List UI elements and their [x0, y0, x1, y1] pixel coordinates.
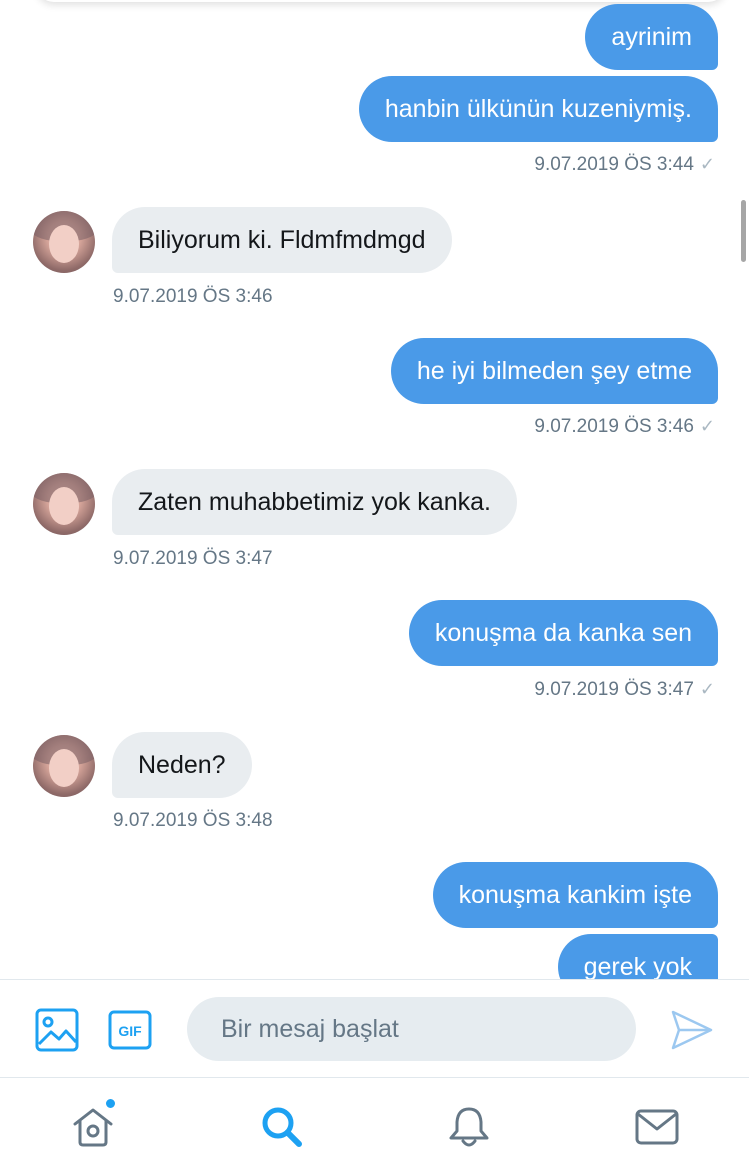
message-timestamp: 9.07.2019 ÖS 3:44 ✓	[534, 154, 715, 175]
message-timestamp: 9.07.2019 ÖS 3:46 ✓	[534, 416, 715, 437]
message-timestamp: 9.07.2019 ÖS 3:48	[113, 810, 273, 831]
read-check-icon: ✓	[699, 416, 715, 436]
header-shadow	[36, 0, 726, 2]
bottom-tab-bar	[0, 1077, 749, 1174]
bell-icon[interactable]	[446, 1104, 492, 1150]
avatar[interactable]	[33, 735, 95, 797]
gif-label: GIF	[118, 1023, 142, 1039]
home-icon[interactable]	[70, 1104, 116, 1150]
message-timestamp: 9.07.2019 ÖS 3:47 ✓	[534, 679, 715, 700]
dm-conversation-screen: ayrinim hanbin ülkünün kuzeniymiş. 9.07.…	[0, 0, 749, 1174]
mail-icon[interactable]	[634, 1104, 680, 1150]
message-bubble-outgoing[interactable]: ayrinim	[585, 4, 718, 70]
message-bubble-outgoing[interactable]: he iyi bilmeden şey etme	[390, 338, 718, 404]
message-bubble-outgoing[interactable]: hanbin ülkünün kuzeniymiş.	[358, 76, 718, 142]
message-timestamp: 9.07.2019 ÖS 3:47	[113, 548, 273, 569]
message-bubble-incoming[interactable]: Neden?	[112, 732, 252, 798]
message-bubble-outgoing[interactable]: konuşma da kanka sen	[408, 600, 718, 666]
read-check-icon: ✓	[699, 154, 715, 174]
notification-dot	[104, 1097, 117, 1110]
send-icon[interactable]	[670, 1008, 714, 1052]
scrollbar[interactable]	[741, 200, 746, 262]
message-bubble-incoming[interactable]: Biliyorum ki. Fldmfmdmgd	[112, 207, 452, 273]
message-bubble-incoming[interactable]: Zaten muhabbetimiz yok kanka.	[112, 469, 517, 535]
avatar[interactable]	[33, 473, 95, 535]
search-icon[interactable]	[259, 1104, 305, 1150]
avatar[interactable]	[33, 211, 95, 273]
image-icon[interactable]	[35, 1008, 79, 1052]
message-bubble-outgoing[interactable]: konuşma kankim işte	[432, 862, 718, 928]
gif-icon[interactable]: GIF	[108, 1008, 152, 1052]
message-timestamp: 9.07.2019 ÖS 3:46	[113, 286, 273, 307]
read-check-icon: ✓	[699, 679, 715, 699]
message-composer: GIF	[0, 979, 749, 1077]
message-input[interactable]	[187, 997, 636, 1061]
